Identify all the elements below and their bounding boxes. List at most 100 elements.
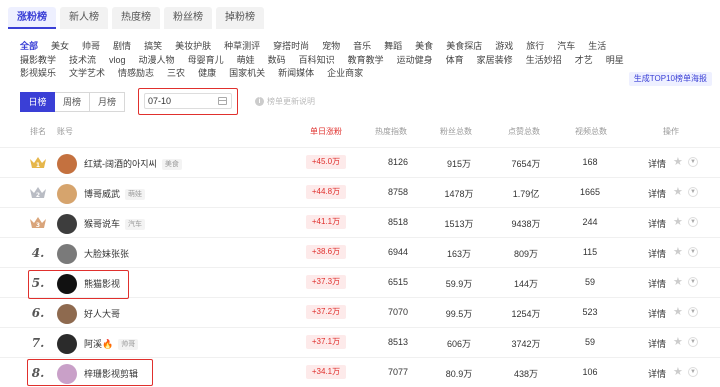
category-item[interactable]: 汽车 [557, 40, 575, 53]
star-icon[interactable]: ★ [673, 215, 683, 228]
category-item[interactable]: 穿搭时尚 [273, 40, 309, 53]
category-item[interactable]: 美食探店 [446, 40, 482, 53]
chevron-down-icon[interactable]: ▼ [688, 277, 698, 287]
category-item[interactable]: 生活妙招 [526, 54, 562, 67]
category-item[interactable]: 教育教学 [348, 54, 384, 67]
chevron-down-icon[interactable]: ▼ [688, 247, 698, 257]
category-item[interactable]: 数码 [268, 54, 286, 67]
category-item[interactable]: 才艺 [575, 54, 593, 67]
detail-link[interactable]: 详情 [648, 157, 666, 170]
account-name-text[interactable]: 猴哥说车 [84, 219, 120, 229]
tab-0[interactable]: 涨粉榜 [8, 7, 56, 29]
avatar[interactable] [57, 154, 77, 174]
category-item[interactable]: 全部 [20, 40, 38, 53]
chevron-down-icon[interactable]: ▼ [688, 337, 698, 347]
chevron-down-icon[interactable]: ▼ [688, 187, 698, 197]
category-item[interactable]: vlog [109, 54, 126, 67]
col-fans[interactable]: 粉丝总数 [440, 126, 472, 137]
account-name-text[interactable]: 熊猫影视 [84, 279, 120, 289]
account-name-text[interactable]: 红斌-阔酒的아지씨 [84, 159, 157, 169]
category-item[interactable]: 国家机关 [229, 67, 265, 80]
account-name[interactable]: 大脸妹张张 [84, 247, 129, 260]
account-name-text[interactable]: 大脸妹张张 [84, 249, 129, 259]
account-name[interactable]: 博哥威武 萌娃 [84, 187, 146, 200]
avatar[interactable] [57, 304, 77, 324]
star-icon[interactable]: ★ [673, 335, 683, 348]
category-item[interactable]: 旅行 [526, 40, 544, 53]
star-icon[interactable]: ★ [673, 365, 683, 378]
detail-link[interactable]: 详情 [648, 187, 666, 200]
detail-link[interactable]: 详情 [648, 277, 666, 290]
category-item[interactable]: 母婴育儿 [188, 54, 224, 67]
detail-link[interactable]: 详情 [648, 337, 666, 350]
account-name-text[interactable]: 博哥威武 [84, 189, 120, 199]
star-icon[interactable]: ★ [673, 305, 683, 318]
account-name-text[interactable]: 阿溪🔥 [84, 339, 113, 349]
detail-link[interactable]: 详情 [648, 367, 666, 380]
category-item[interactable]: 家居装修 [477, 54, 513, 67]
col-likes[interactable]: 点赞总数 [508, 126, 540, 137]
category-item[interactable]: 动漫人物 [139, 54, 175, 67]
category-item[interactable]: 美食 [415, 40, 433, 53]
star-icon[interactable]: ★ [673, 185, 683, 198]
tab-1[interactable]: 新人榜 [60, 7, 108, 29]
account-name[interactable]: 熊猫影视 [84, 277, 120, 290]
daily-tab[interactable]: 日榜 [20, 92, 55, 112]
category-item[interactable]: 种草测评 [224, 40, 260, 53]
account-name[interactable]: 梓珊影视剪辑 [84, 367, 138, 380]
detail-link[interactable]: 详情 [648, 217, 666, 230]
monthly-tab[interactable]: 月榜 [90, 92, 125, 112]
category-item[interactable]: 生活 [588, 40, 606, 53]
weekly-tab[interactable]: 周榜 [55, 92, 90, 112]
account-name[interactable]: 红斌-阔酒的아지씨 美食 [84, 157, 182, 170]
chevron-down-icon[interactable]: ▼ [688, 367, 698, 377]
category-item[interactable]: 三农 [167, 67, 185, 80]
category-item[interactable]: 美妆护肤 [175, 40, 211, 53]
avatar[interactable] [57, 274, 77, 294]
tab-2[interactable]: 热度榜 [112, 7, 160, 29]
star-icon[interactable]: ★ [673, 245, 683, 258]
update-note[interactable]: i 榜单更新说明 [255, 96, 315, 107]
category-item[interactable]: 运动健身 [397, 54, 433, 67]
category-item[interactable]: 帅哥 [82, 40, 100, 53]
category-item[interactable]: 舞蹈 [384, 40, 402, 53]
category-item[interactable]: 情感励志 [118, 67, 154, 80]
col-videos[interactable]: 视频总数 [575, 126, 607, 137]
star-icon[interactable]: ★ [673, 155, 683, 168]
date-picker[interactable]: 07-10 [144, 93, 232, 109]
detail-link[interactable]: 详情 [648, 247, 666, 260]
category-item[interactable]: 美女 [51, 40, 69, 53]
category-item[interactable]: 搞笑 [144, 40, 162, 53]
category-item[interactable]: 剧情 [113, 40, 131, 53]
avatar[interactable] [57, 244, 77, 264]
category-item[interactable]: 明星 [606, 54, 624, 67]
category-item[interactable]: 音乐 [353, 40, 371, 53]
chevron-down-icon[interactable]: ▼ [688, 157, 698, 167]
category-item[interactable]: 文学艺术 [69, 67, 105, 80]
category-item[interactable]: 游戏 [495, 40, 513, 53]
avatar[interactable] [57, 364, 77, 384]
category-item[interactable]: 摄影教学 [20, 54, 56, 67]
avatar[interactable] [57, 184, 77, 204]
avatar[interactable] [57, 214, 77, 234]
account-name-text[interactable]: 好人大哥 [84, 309, 120, 319]
chevron-down-icon[interactable]: ▼ [688, 307, 698, 317]
col-daily-gain[interactable]: 单日涨粉 [310, 126, 342, 137]
account-name[interactable]: 阿溪🔥 帅哥 [84, 337, 139, 350]
category-item[interactable]: 体育 [446, 54, 464, 67]
star-icon[interactable]: ★ [673, 275, 683, 288]
chevron-down-icon[interactable]: ▼ [688, 217, 698, 227]
category-item[interactable]: 影视娱乐 [20, 67, 56, 80]
account-name-text[interactable]: 梓珊影视剪辑 [84, 369, 138, 379]
account-name[interactable]: 猴哥说车 汽车 [84, 217, 146, 230]
account-name[interactable]: 好人大哥 [84, 307, 120, 320]
col-heat[interactable]: 热度指数 [375, 126, 407, 137]
detail-link[interactable]: 详情 [648, 307, 666, 320]
category-item[interactable]: 健康 [198, 67, 216, 80]
category-item[interactable]: 企业商家 [327, 67, 363, 80]
tab-3[interactable]: 粉丝榜 [164, 7, 212, 29]
generate-poster-button[interactable]: 生成TOP10榜单海报 [628, 72, 712, 86]
category-item[interactable]: 萌娃 [237, 54, 255, 67]
tab-4[interactable]: 掉粉榜 [216, 7, 264, 29]
category-item[interactable]: 宠物 [322, 40, 340, 53]
